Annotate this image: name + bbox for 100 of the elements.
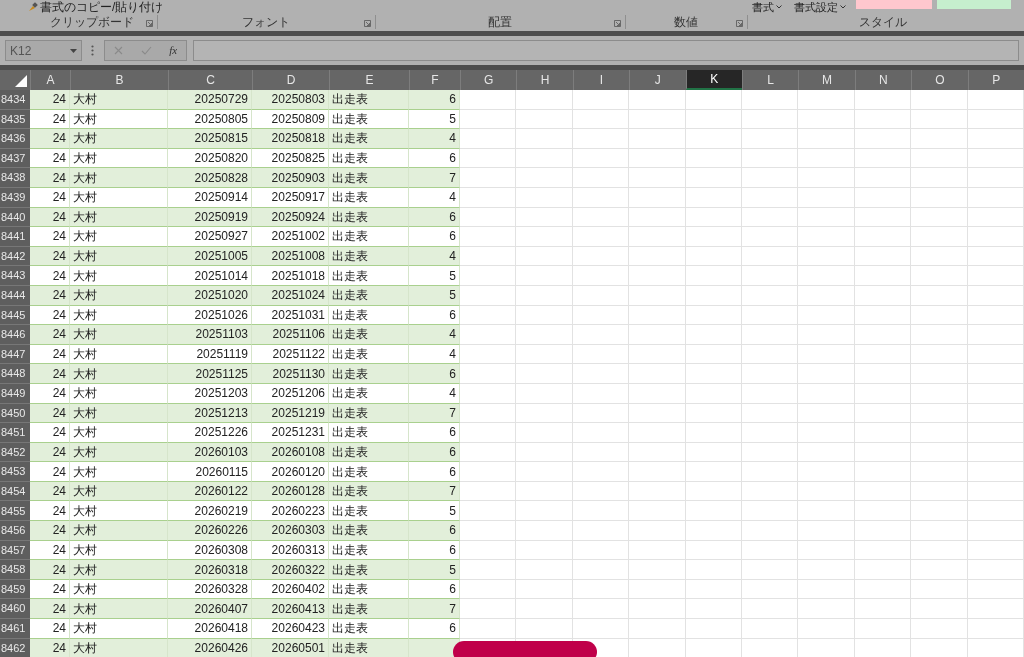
column-header[interactable]: J bbox=[629, 70, 686, 90]
column-header[interactable]: L bbox=[741, 70, 799, 90]
table-cell: 大村 bbox=[70, 423, 168, 443]
row-header[interactable]: 8442 bbox=[0, 246, 30, 267]
row-header[interactable]: 8441 bbox=[0, 227, 30, 247]
column-header[interactable]: M bbox=[798, 70, 855, 90]
row-header[interactable]: 8461 bbox=[0, 619, 30, 639]
table-cell bbox=[911, 305, 968, 326]
row-header[interactable]: 8450 bbox=[0, 403, 30, 424]
table-cell bbox=[516, 90, 573, 110]
table-cell bbox=[798, 403, 855, 424]
row-header[interactable]: 8445 bbox=[0, 305, 30, 326]
formula-input[interactable] bbox=[193, 40, 1019, 61]
table-cell bbox=[911, 148, 968, 169]
table-cell bbox=[798, 325, 855, 345]
row-header[interactable]: 8449 bbox=[0, 383, 30, 404]
table-cell bbox=[460, 90, 517, 110]
row-header[interactable]: 8448 bbox=[0, 364, 30, 384]
row-header[interactable]: 8453 bbox=[0, 462, 30, 482]
table-cell: 24 bbox=[30, 207, 70, 228]
name-box[interactable]: K12 bbox=[5, 40, 82, 61]
column-header[interactable]: G bbox=[460, 70, 517, 90]
column-header[interactable]: O bbox=[911, 70, 968, 90]
table-cell: 24 bbox=[30, 285, 70, 306]
column-header[interactable]: B bbox=[70, 70, 168, 90]
table-cell bbox=[516, 383, 573, 404]
table-cell bbox=[967, 227, 1024, 247]
row-header[interactable]: 8451 bbox=[0, 423, 30, 443]
table-cell: 24 bbox=[30, 383, 70, 404]
row-header[interactable]: 8439 bbox=[0, 187, 30, 208]
column-header[interactable]: P bbox=[967, 70, 1024, 90]
table-cell bbox=[629, 90, 686, 110]
table-cell: 24 bbox=[30, 364, 70, 384]
table-cell bbox=[911, 383, 968, 404]
style-swatch[interactable] bbox=[856, 0, 932, 9]
table-cell bbox=[516, 540, 573, 561]
table-cell bbox=[798, 383, 855, 404]
table-cell bbox=[460, 325, 517, 345]
row-header[interactable]: 8434 bbox=[0, 90, 30, 110]
table-cell bbox=[629, 266, 686, 286]
column-header[interactable]: E bbox=[329, 70, 409, 90]
row-header[interactable]: 8438 bbox=[0, 168, 30, 188]
column-header[interactable]: C bbox=[168, 70, 252, 90]
row-header[interactable]: 8444 bbox=[0, 285, 30, 306]
row-header[interactable]: 8446 bbox=[0, 325, 30, 345]
table-cell bbox=[741, 364, 799, 384]
style-swatch[interactable] bbox=[937, 0, 1011, 9]
row-header[interactable]: 8458 bbox=[0, 560, 30, 580]
table-cell bbox=[854, 90, 912, 110]
row-header[interactable]: 8455 bbox=[0, 501, 30, 522]
table-cell bbox=[911, 364, 968, 384]
more-icon[interactable] bbox=[91, 45, 94, 56]
column-header[interactable]: F bbox=[409, 70, 460, 90]
table-cell: 大村 bbox=[70, 383, 168, 404]
table-cell: 20260407 bbox=[168, 599, 252, 620]
column-header[interactable]: N bbox=[854, 70, 912, 90]
table-cell bbox=[460, 344, 517, 365]
row-header[interactable]: 8456 bbox=[0, 521, 30, 541]
row-header[interactable]: 8437 bbox=[0, 148, 30, 169]
row-header[interactable]: 8436 bbox=[0, 129, 30, 149]
dropdown-button[interactable]: 書式 bbox=[752, 0, 782, 14]
table-cell: 20251024 bbox=[252, 285, 329, 306]
row-header[interactable]: 8454 bbox=[0, 481, 30, 502]
dialog-launcher-icon[interactable] bbox=[364, 20, 371, 27]
row-header[interactable]: 8459 bbox=[0, 579, 30, 600]
select-all-button[interactable] bbox=[0, 70, 30, 90]
column-header[interactable]: I bbox=[572, 70, 630, 90]
dialog-launcher-icon[interactable] bbox=[614, 20, 621, 27]
row-header[interactable]: 8452 bbox=[0, 442, 30, 463]
table-cell: 20260219 bbox=[168, 501, 252, 522]
table-cell: 20260115 bbox=[168, 462, 252, 482]
row-header[interactable]: 8460 bbox=[0, 599, 30, 620]
table-cell bbox=[798, 521, 855, 541]
table-cell bbox=[460, 187, 517, 208]
dropdown-button[interactable]: 書式設定 bbox=[794, 0, 846, 14]
row-header[interactable]: 8443 bbox=[0, 266, 30, 286]
row-header[interactable]: 8457 bbox=[0, 540, 30, 561]
dialog-launcher-icon[interactable] bbox=[736, 20, 743, 27]
row-header[interactable]: 8447 bbox=[0, 344, 30, 365]
insert-function-button[interactable]: fx bbox=[169, 42, 178, 59]
table-cell: 20250927 bbox=[168, 227, 252, 247]
table-cell: 20260226 bbox=[168, 521, 252, 541]
table-cell bbox=[572, 462, 630, 482]
table-cell bbox=[911, 599, 968, 620]
dialog-launcher-icon[interactable] bbox=[146, 20, 153, 27]
table-cell bbox=[741, 90, 799, 110]
table-cell: 20250803 bbox=[252, 90, 329, 110]
table-cell: 出走表 bbox=[329, 305, 409, 326]
column-header[interactable]: D bbox=[252, 70, 329, 90]
column-header[interactable]: A bbox=[30, 70, 70, 90]
column-header[interactable]: K bbox=[685, 70, 742, 90]
table-cell bbox=[967, 90, 1024, 110]
cancel-icon[interactable] bbox=[113, 46, 123, 55]
format-painter-button[interactable]: 書式のコピー/貼り付け bbox=[28, 0, 164, 14]
row-header[interactable]: 8435 bbox=[0, 109, 30, 130]
row-header[interactable]: 8440 bbox=[0, 207, 30, 228]
check-icon[interactable] bbox=[140, 46, 152, 55]
column-header[interactable]: H bbox=[516, 70, 573, 90]
table-cell: 6 bbox=[409, 227, 460, 247]
table-cell bbox=[798, 207, 855, 228]
